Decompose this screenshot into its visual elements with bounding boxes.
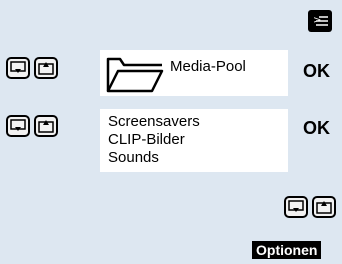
folder-icon (106, 57, 164, 93)
arrow-up-key-icon[interactable] (312, 196, 336, 218)
menu-icon[interactable]: > (308, 10, 332, 32)
arrow-up-key-icon[interactable] (34, 115, 58, 137)
list-item-screensavers[interactable]: Screensavers (108, 113, 200, 131)
arrow-up-key-icon[interactable] (34, 57, 58, 79)
submenu-list-panel: Screensavers CLIP-Bilder Sounds (100, 109, 288, 172)
ok-button-2[interactable]: OK (303, 118, 330, 138)
list-item-sounds[interactable]: Sounds (108, 149, 159, 167)
arrow-down-key-icon[interactable] (6, 115, 30, 137)
ok-button-1[interactable]: OK (303, 61, 330, 81)
optionen-softkey[interactable]: Optionen (252, 241, 322, 259)
arrow-down-key-icon[interactable] (6, 57, 30, 79)
arrow-down-key-icon[interactable] (284, 196, 308, 218)
media-pool-panel[interactable]: Media-Pool (100, 50, 288, 96)
list-item-clip-bilder[interactable]: CLIP-Bilder (108, 131, 185, 149)
media-pool-label: Media-Pool (170, 58, 246, 75)
